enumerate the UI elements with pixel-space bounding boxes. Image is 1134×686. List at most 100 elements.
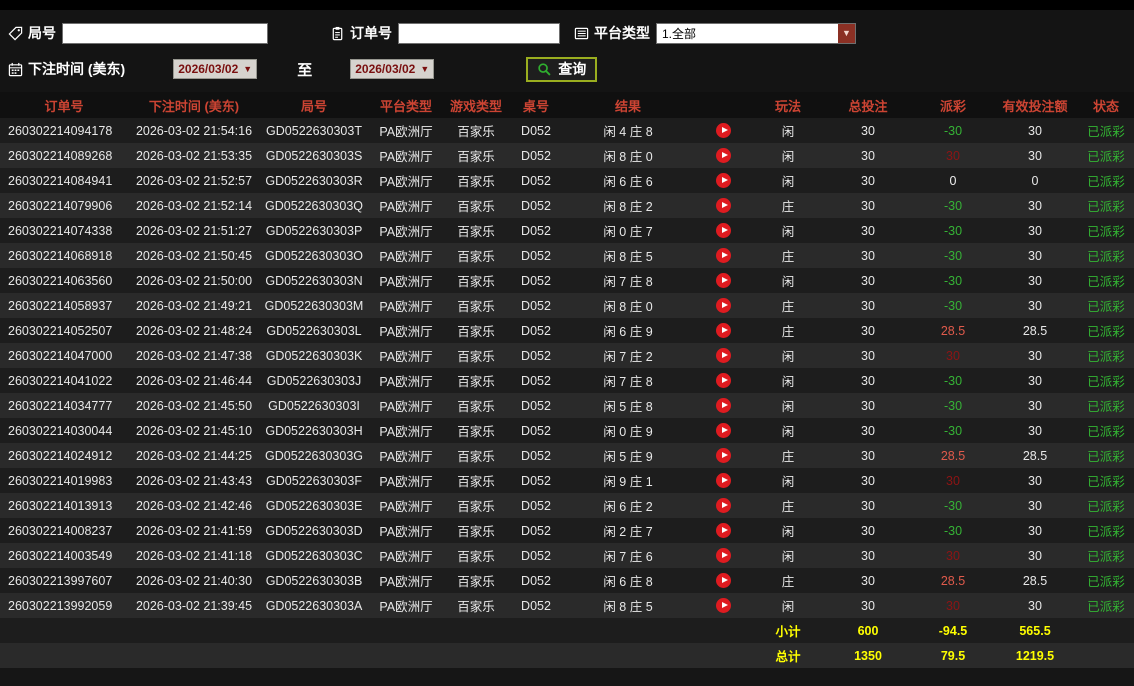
column-header-total_bet: 总投注 [848,98,888,114]
cell-order_no: 260302214063560 [8,273,113,288]
play-triangle [721,302,728,309]
cell-play: 庄 [781,500,795,514]
cell-play: 闲 [781,150,795,164]
cell-order_no: 260302214074338 [8,223,113,238]
cell-table_no: D052 [521,498,551,513]
platform-type-select[interactable]: 1.全部 ▼ [656,22,856,44]
cell-status: 已派彩 [1087,350,1125,364]
replay-play-icon[interactable] [715,598,731,614]
date-from-picker[interactable]: 2026/03/02 ▼ [173,59,258,79]
cell-result: 闲 8 庄 0 [603,150,653,164]
replay-play-icon[interactable] [715,398,731,414]
filter-row-2: 下注时间 (美东) 2026/03/02 ▼ 至 2026/03/02 ▼ 查询 [8,54,1134,84]
play-triangle [721,127,728,134]
cell-valid_bet: 30 [1028,598,1042,613]
cell-bet_time: 2026-03-02 21:43:43 [135,473,253,488]
empty-cell [368,618,444,643]
play-triangle [721,477,728,484]
replay-play-icon[interactable] [715,548,731,564]
grandtotal-row-valid-bet: 1219.5 [1015,648,1055,663]
column-header-result: 结果 [614,98,641,114]
cell-game_no: GD0522630303L [266,323,362,338]
table-row: 260302214074338 2026-03-02 21:51:27 GD0522… [0,218,1134,243]
cell-game_no: GD0522630303K [265,348,363,363]
replay-play-icon[interactable] [715,373,731,389]
table-row: 260302213992059 2026-03-02 21:39:45 GD0522… [0,593,1134,618]
cell-status: 已派彩 [1087,300,1125,314]
cell-play: 庄 [781,300,795,314]
cell-status: 已派彩 [1087,450,1125,464]
cell-result: 闲 6 庄 9 [603,325,653,339]
table-row: 260302214079906 2026-03-02 21:52:14 GD0522… [0,193,1134,218]
cell-bet_time: 2026-03-02 21:48:24 [135,323,253,338]
replay-cell [692,193,754,218]
cell-play: 庄 [781,575,795,589]
cell-game_type: 百家乐 [457,200,495,214]
replay-play-icon[interactable] [715,223,731,239]
cell-payout: 30 [946,148,960,163]
empty-cell [260,643,368,668]
cell-order_no: 260302214089268 [8,148,113,163]
cell-bet_time: 2026-03-02 21:53:35 [135,148,253,163]
replay-play-icon[interactable] [715,148,731,164]
replay-play-icon[interactable] [715,473,731,489]
cell-platform: PA欧洲厅 [379,575,433,589]
replay-play-icon[interactable] [715,523,731,539]
cell-payout: 30 [946,348,960,363]
cell-total_bet: 30 [861,523,875,538]
cell-payout: -30 [943,273,963,288]
replay-play-icon[interactable] [715,323,731,339]
cell-status: 已派彩 [1087,325,1125,339]
replay-play-icon[interactable] [715,423,731,439]
replay-play-icon[interactable] [715,573,731,589]
cell-order_no: 260302214008237 [8,523,113,538]
column-header-valid_bet: 有效投注额 [1002,98,1068,114]
replay-play-icon[interactable] [715,348,731,364]
cell-game_type: 百家乐 [457,325,495,339]
grandtotal-row: 总计 1350 79.5 1219.5 [0,643,1134,668]
cell-total_bet: 30 [861,573,875,588]
play-triangle [721,402,728,409]
order-no-input[interactable] [398,22,560,44]
cell-bet_time: 2026-03-02 21:49:21 [135,298,253,313]
replay-play-icon[interactable] [715,298,731,314]
cell-order_no: 260302214019983 [8,473,113,488]
game-no-input[interactable] [62,22,268,44]
cell-platform: PA欧洲厅 [379,375,433,389]
query-button[interactable]: 查询 [526,56,598,82]
cell-game_no: GD0522630303S [265,148,363,163]
column-header-order_no: 订单号 [44,98,84,114]
date-to-picker[interactable]: 2026/03/02 ▼ [350,59,435,79]
cell-valid_bet: 30 [1028,373,1042,388]
cell-payout: -30 [943,223,963,238]
cell-play: 庄 [781,200,795,214]
bet-records-table: 订单号 下注时间 (美东) 局号 平台类型 游戏类型 桌号 结果 玩法 总投注 派彩 有效投注额 状态… [0,92,1134,668]
cell-status: 已派彩 [1087,225,1125,239]
cell-order_no: 260302213992059 [8,598,113,613]
cell-game_no: GD0522630303M [264,298,364,313]
cell-table_no: D052 [521,423,551,438]
play-triangle [721,352,728,359]
table-row: 260302214019983 2026-03-02 21:43:43 GD0522… [0,468,1134,493]
replay-cell [692,343,754,368]
column-header-platform: 平台类型 [379,98,432,114]
cell-platform: PA欧洲厅 [379,550,433,564]
cell-order_no: 260302214024912 [8,448,113,463]
replay-play-icon[interactable] [715,123,731,139]
cell-status: 已派彩 [1087,125,1125,139]
cell-game_no: GD0522630303T [266,123,362,138]
replay-play-icon[interactable] [715,173,731,189]
replay-play-icon[interactable] [715,498,731,514]
cell-total_bet: 30 [861,223,875,238]
replay-play-icon[interactable] [715,198,731,214]
replay-play-icon[interactable] [715,248,731,264]
cell-play: 闲 [781,475,795,489]
cell-table_no: D052 [521,323,551,338]
cell-status: 已派彩 [1087,500,1125,514]
replay-play-icon[interactable] [715,448,731,464]
cell-order_no: 260302214030044 [8,423,113,438]
replay-cell [692,493,754,518]
replay-play-icon[interactable] [715,273,731,289]
cell-total_bet: 30 [861,148,875,163]
cell-total_bet: 30 [861,373,875,388]
